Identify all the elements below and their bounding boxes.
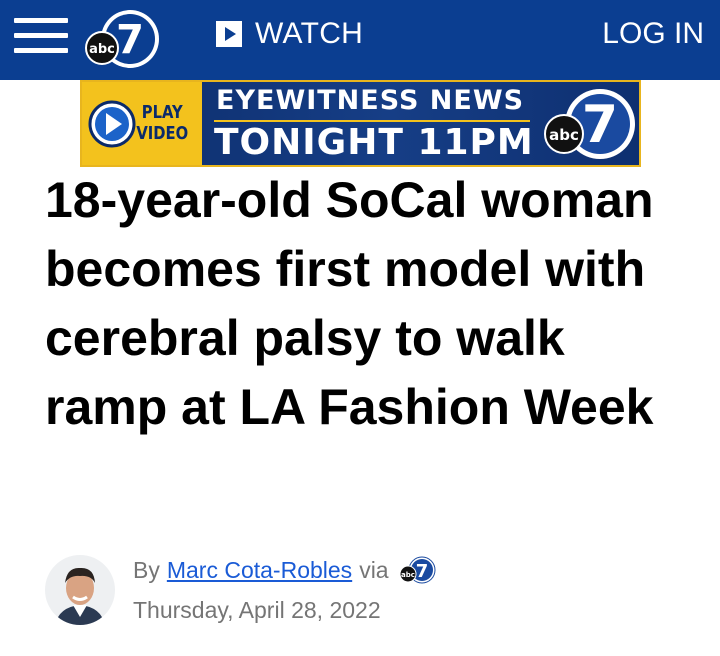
play-video-text: PLAY VIDEO: [136, 102, 188, 144]
play-video-badge: PLAY VIDEO: [82, 82, 202, 165]
hamburger-menu-icon[interactable]: [14, 18, 68, 54]
author-avatar[interactable]: [45, 555, 115, 625]
banner-logo-number: 7: [582, 95, 618, 155]
by-label: By: [133, 556, 160, 583]
menu-line: [14, 33, 68, 38]
top-nav-bar: 7 abc WATCH LOG IN: [0, 0, 720, 80]
play-square-icon: [216, 21, 242, 47]
logo-number: 7: [116, 17, 144, 63]
byline: By Marc Cota-Robles via 7 abc Thursday, …: [45, 552, 685, 632]
play-label: PLAY: [141, 102, 183, 123]
play-circle-icon: [88, 100, 136, 148]
banner-abc7-logo: 7 abc: [544, 89, 635, 159]
logo-text: abc: [89, 42, 115, 57]
banner-showtime: TONIGHT 11PM: [214, 122, 534, 163]
menu-line: [14, 18, 68, 23]
menu-line: [14, 48, 68, 53]
watch-link[interactable]: WATCH: [215, 14, 363, 54]
publish-date: Thursday, April 28, 2022: [133, 597, 381, 623]
video-label: VIDEO: [136, 123, 189, 144]
via-abc7-logo: 7 abc: [399, 556, 436, 584]
banner-title: EYEWITNESS NEWS: [216, 85, 525, 116]
login-button[interactable]: LOG IN: [602, 14, 704, 54]
byline-row: By Marc Cota-Robles via 7 abc: [133, 555, 437, 585]
abc7-logo[interactable]: 7 abc: [84, 8, 162, 70]
author-link[interactable]: Marc Cota-Robles: [167, 557, 352, 584]
article-headline: 18-year-old SoCal woman becomes first mo…: [45, 172, 654, 435]
eyewitness-news-banner[interactable]: PLAY VIDEO EYEWITNESS NEWS TONIGHT 11PM …: [80, 80, 641, 167]
watch-label: WATCH: [255, 17, 364, 50]
via-logo-number: 7: [415, 561, 428, 582]
via-logo-text: abc: [401, 571, 415, 579]
via-label: via: [359, 556, 389, 583]
banner-logo-text: abc: [549, 126, 579, 144]
